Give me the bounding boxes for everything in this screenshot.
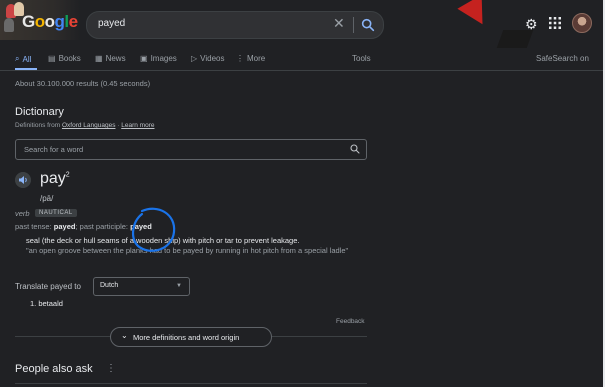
definition-text: seal (the deck or hull seams of a wooden… bbox=[26, 236, 300, 245]
people-also-ask-heading: People also ask bbox=[15, 363, 93, 375]
safesearch-button[interactable]: SafeSearch on bbox=[536, 54, 589, 63]
past-tense-value: payed bbox=[53, 222, 76, 231]
logo-letter: o bbox=[34, 12, 45, 31]
logo-letter: e bbox=[68, 12, 78, 31]
pronunciation: /pā/ bbox=[40, 194, 54, 203]
past-participle-label: ; past participle: bbox=[75, 222, 129, 231]
apps-grid-icon[interactable] bbox=[549, 17, 561, 29]
source-prefix: Definitions from bbox=[15, 122, 61, 129]
results-count: About 30.100.000 results (0.45 seconds) bbox=[15, 79, 151, 88]
translation-item: 1. betaald bbox=[30, 299, 63, 308]
learn-more-link[interactable]: Learn more bbox=[121, 122, 154, 129]
headword-text: pay bbox=[40, 170, 66, 187]
dictionary-title: Dictionary bbox=[15, 106, 64, 118]
more-options-icon[interactable]: ⋮ bbox=[106, 363, 116, 374]
nautical-badge: NAUTICAL bbox=[35, 209, 77, 217]
divider bbox=[353, 17, 354, 33]
tab-more[interactable]: ⋮ More bbox=[236, 54, 265, 63]
search-input[interactable]: payed bbox=[98, 18, 125, 29]
more-definitions-button[interactable]: ⌄ More definitions and word origin bbox=[110, 327, 272, 347]
feedback-link[interactable]: Feedback bbox=[336, 318, 365, 325]
google-logo[interactable]: Google bbox=[22, 12, 78, 32]
gear-icon[interactable]: ⚙ bbox=[525, 16, 538, 33]
word-search-placeholder[interactable]: Search for a word bbox=[24, 145, 83, 154]
book-icon: ▤ bbox=[48, 54, 56, 63]
language-value: Dutch bbox=[100, 282, 119, 289]
divider bbox=[15, 383, 367, 384]
oxford-link[interactable]: Oxford Languages bbox=[62, 122, 115, 129]
tab-all[interactable]: ⌕ All bbox=[15, 54, 31, 64]
tab-label: More bbox=[247, 54, 266, 63]
tab-label: Images bbox=[150, 54, 177, 63]
more-definitions-label: More definitions and word origin bbox=[133, 333, 240, 342]
tab-label: All bbox=[22, 54, 32, 64]
search-icon[interactable] bbox=[349, 143, 361, 155]
logo-letter: G bbox=[22, 12, 35, 31]
language-select[interactable]: Dutch ▼ bbox=[93, 277, 190, 296]
tab-label: Videos bbox=[200, 54, 225, 63]
logo-letter: g bbox=[54, 12, 65, 31]
decorative-shape bbox=[457, 0, 495, 32]
headword-superscript: 2 bbox=[65, 171, 70, 179]
tools-button[interactable]: Tools bbox=[352, 54, 371, 63]
close-icon[interactable]: ✕ bbox=[333, 15, 345, 32]
safesearch-label: SafeSearch on bbox=[536, 54, 589, 63]
tools-label: Tools bbox=[352, 54, 371, 63]
speaker-icon[interactable] bbox=[15, 172, 31, 188]
tab-books[interactable]: ▤ Books bbox=[48, 54, 81, 63]
part-of-speech: verb bbox=[15, 209, 30, 218]
headword: pay2 bbox=[40, 170, 70, 188]
chevron-down-icon: ▼ bbox=[176, 283, 182, 289]
image-icon: ▣ bbox=[140, 54, 148, 63]
tab-videos[interactable]: ▷ Videos bbox=[191, 54, 224, 63]
search-icon: ⌕ bbox=[15, 54, 20, 63]
tab-label: Books bbox=[58, 54, 81, 63]
tab-news[interactable]: ▦ News bbox=[95, 54, 126, 63]
chevron-down-icon: ⌄ bbox=[121, 331, 128, 340]
tab-images[interactable]: ▣ Images bbox=[140, 54, 177, 63]
translate-label: Translate payed to bbox=[15, 282, 81, 291]
avatar[interactable] bbox=[572, 13, 592, 33]
definitions-source: Definitions from Oxford Languages · Lear… bbox=[15, 122, 155, 129]
word-search-field[interactable]: Search for a word bbox=[15, 139, 367, 160]
tab-label: News bbox=[105, 54, 126, 63]
dots-icon: ⋮ bbox=[236, 54, 244, 63]
search-icon[interactable] bbox=[360, 17, 376, 33]
divider bbox=[0, 70, 605, 71]
news-icon: ▦ bbox=[95, 54, 103, 63]
past-tense-label: past tense: bbox=[15, 222, 52, 231]
search-bar[interactable]: payed ✕ bbox=[86, 11, 384, 39]
video-icon: ▷ bbox=[191, 54, 198, 63]
example-text: "an open groove between the planks had t… bbox=[26, 246, 349, 255]
logo-letter: o bbox=[44, 12, 55, 31]
annotation-circle bbox=[132, 207, 176, 252]
